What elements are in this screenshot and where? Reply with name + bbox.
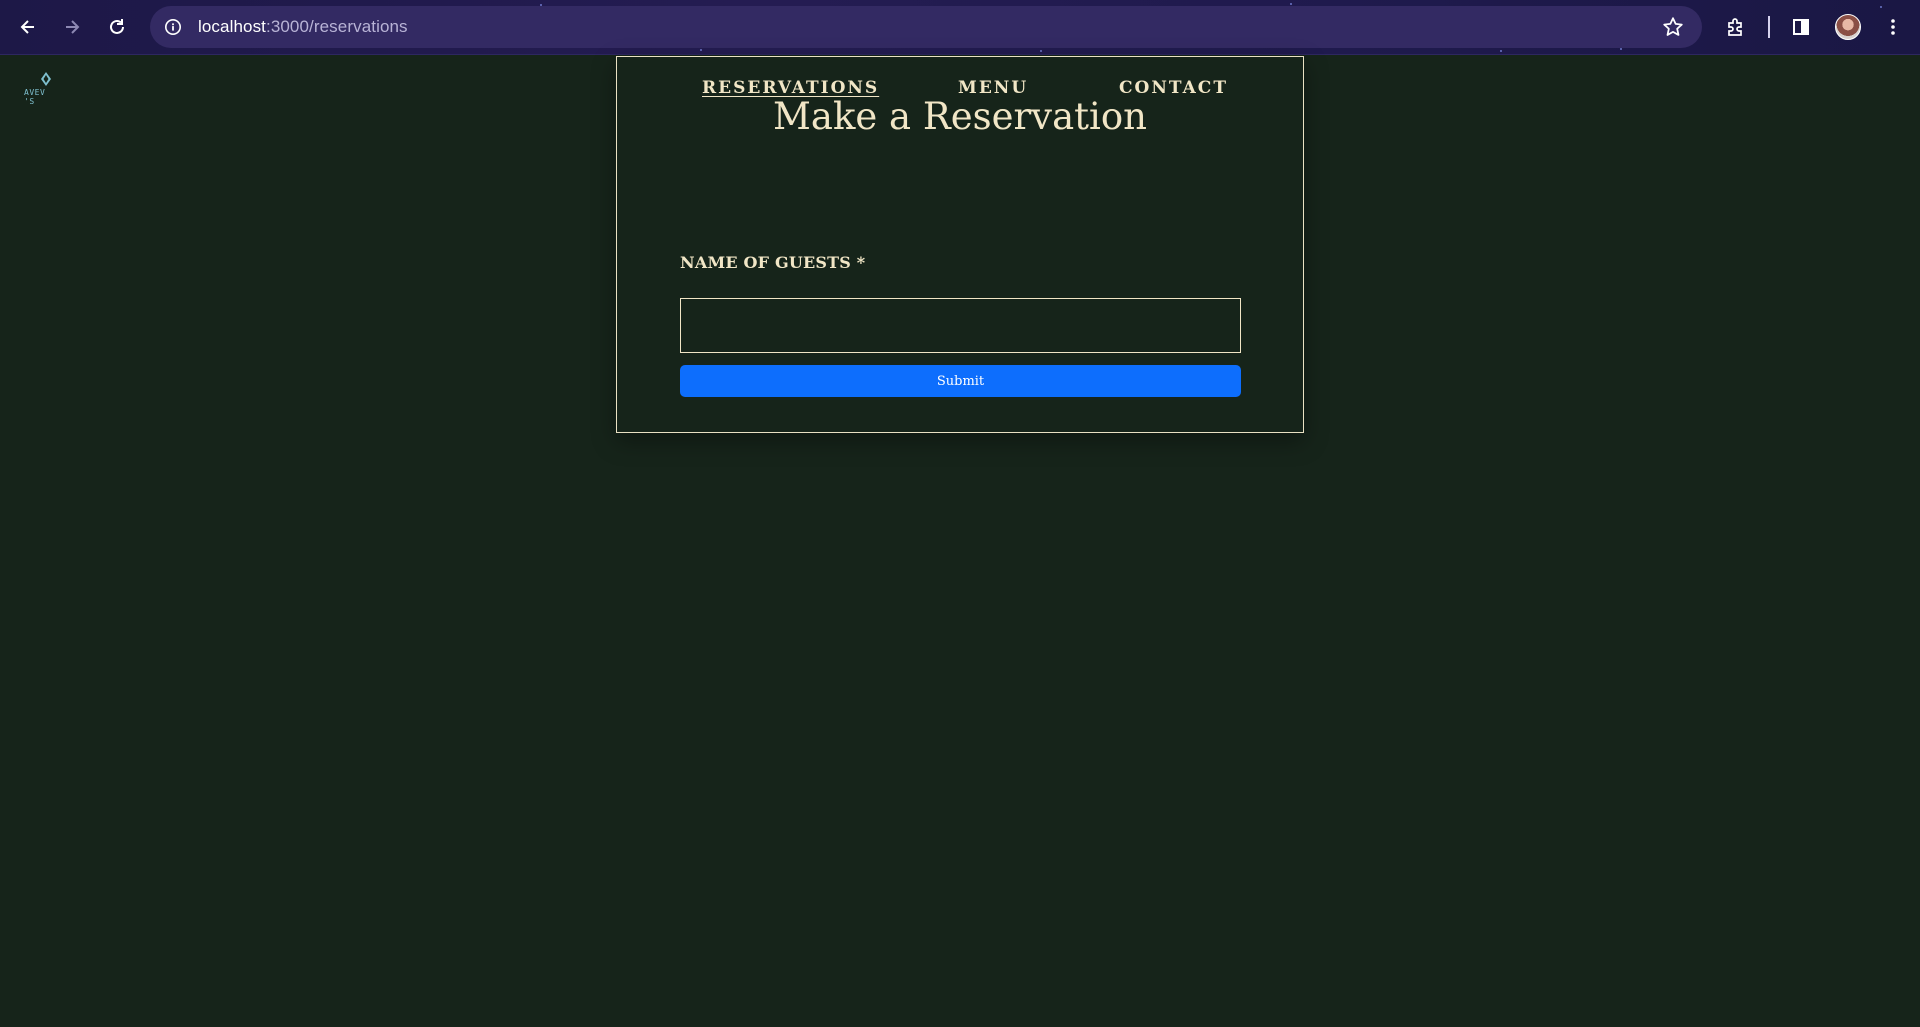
extensions-icon[interactable] bbox=[1720, 12, 1750, 42]
reload-icon[interactable] bbox=[102, 12, 132, 42]
page-title: Make a Reservation bbox=[773, 95, 1147, 138]
logo-text: AVEV 'S bbox=[24, 88, 46, 106]
side-panel-icon[interactable] bbox=[1786, 12, 1816, 42]
address-bar[interactable]: localhost:3000/reservations bbox=[150, 6, 1702, 48]
url-text[interactable]: localhost:3000/reservations bbox=[198, 17, 408, 37]
browser-toolbar: localhost:3000/reservations bbox=[0, 0, 1920, 55]
back-arrow-icon[interactable] bbox=[13, 12, 43, 42]
toolbar-divider bbox=[1768, 16, 1770, 38]
guest-name-input[interactable] bbox=[680, 298, 1241, 353]
diamond-logo-icon bbox=[41, 72, 51, 86]
url-host: localhost bbox=[198, 17, 266, 36]
bookmark-star-icon[interactable] bbox=[1662, 16, 1684, 38]
profile-avatar[interactable] bbox=[1835, 14, 1861, 40]
more-options-icon[interactable] bbox=[1878, 12, 1908, 42]
url-path: :3000/reservations bbox=[266, 17, 408, 36]
reservation-card: RESERVATIONS MENU CONTACT Make a Reserva… bbox=[616, 56, 1304, 433]
site-info-icon[interactable] bbox=[162, 16, 184, 38]
submit-button[interactable]: Submit bbox=[680, 365, 1241, 397]
site-logo[interactable]: AVEV 'S bbox=[24, 72, 60, 106]
guest-name-label: NAME OF GUESTS * bbox=[680, 253, 866, 272]
forward-arrow-icon[interactable] bbox=[57, 12, 87, 42]
